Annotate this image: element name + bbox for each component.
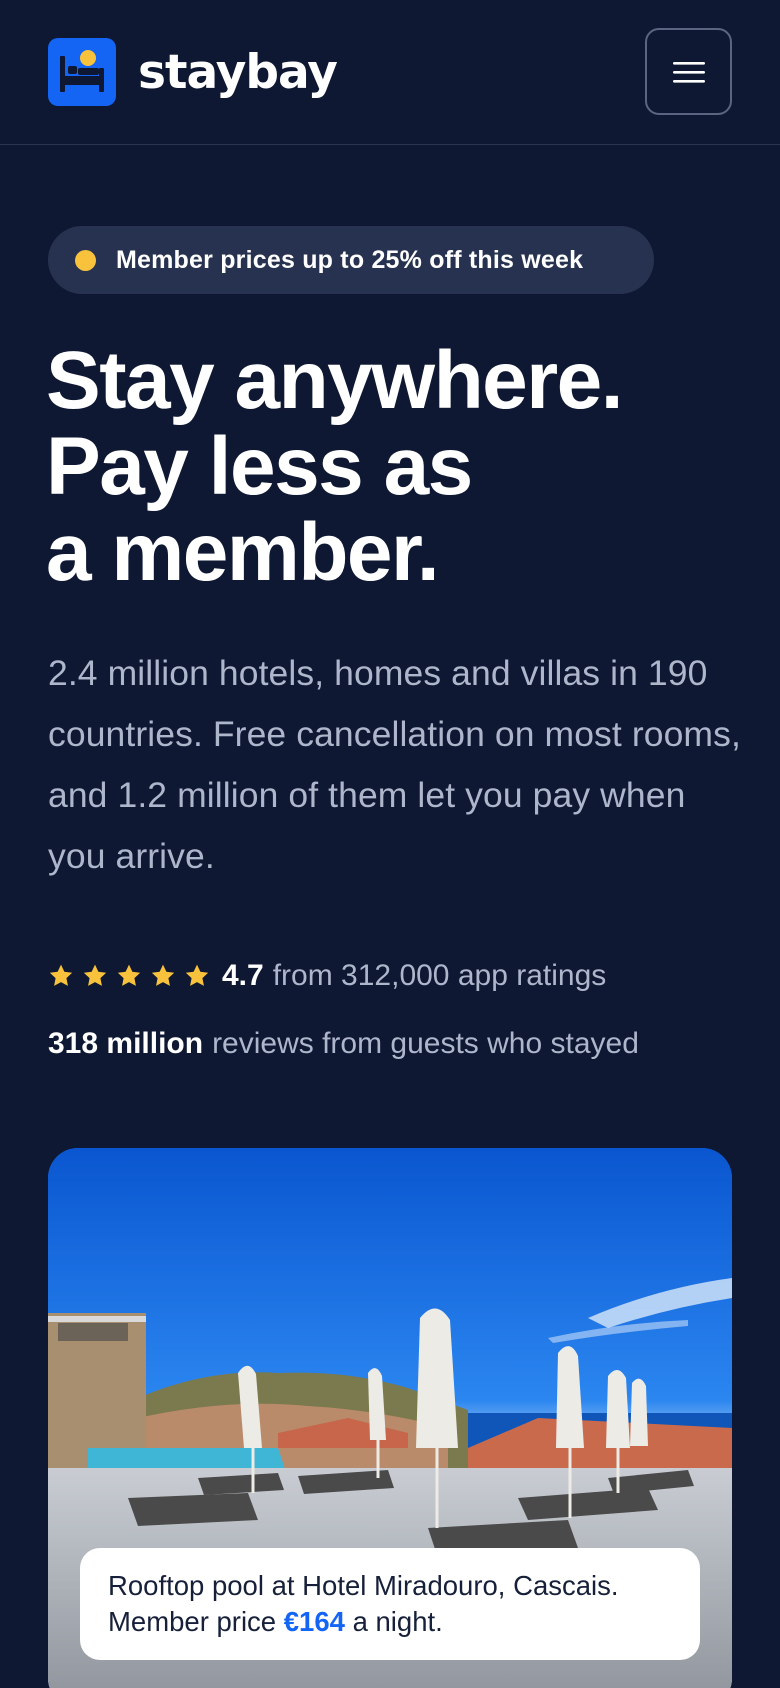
app-rating: 4.7 from 312,000 app ratings — [48, 954, 606, 998]
hamburger-menu-icon — [672, 61, 705, 83]
star-icon — [185, 964, 209, 986]
logo[interactable]: staybay — [48, 38, 338, 106]
heading-line: Pay less as — [46, 421, 473, 512]
reviews-count: 318 million — [48, 1027, 204, 1060]
star-icon — [117, 964, 141, 986]
star-icon — [49, 964, 73, 986]
hero-description: 2.4 million hotels, homes and villas in … — [48, 653, 741, 876]
photo-caption: Rooftop pool at Hotel Miradouro, Cascais… — [80, 1548, 700, 1660]
caption-price-line: Member price €164 a night. — [108, 1604, 672, 1640]
promo-badge: Member prices up to 25% off this week — [48, 226, 654, 294]
promo-text: Member prices up to 25% off this week — [116, 245, 584, 274]
heading-line: a member. — [46, 507, 440, 598]
hero-heading: Stay anywhere. Pay less as a member. — [46, 338, 746, 596]
status-dot-icon — [75, 249, 96, 271]
bed-icon — [48, 38, 116, 106]
rating-stars — [48, 963, 210, 989]
reviews-text: reviews from guests who stayed — [212, 1027, 639, 1060]
menu-button[interactable] — [645, 28, 732, 115]
rating-text: from 312,000 app ratings — [272, 959, 607, 992]
brand-name: staybay — [138, 44, 338, 100]
review-count: 318 million reviews from guests who stay… — [48, 1022, 639, 1066]
caption-title: Rooftop pool at Hotel Miradouro, Cascais… — [108, 1570, 619, 1601]
heading-line: Stay anywhere. — [46, 335, 624, 426]
rating-score: 4.7 — [222, 959, 264, 992]
site-header: staybay — [0, 0, 780, 145]
star-icon — [151, 964, 175, 986]
caption-price-suffix: a night. — [352, 1606, 443, 1637]
star-icon — [83, 964, 107, 986]
caption-price-prefix: Member price — [108, 1606, 277, 1637]
member-price: €164 — [283, 1606, 345, 1637]
